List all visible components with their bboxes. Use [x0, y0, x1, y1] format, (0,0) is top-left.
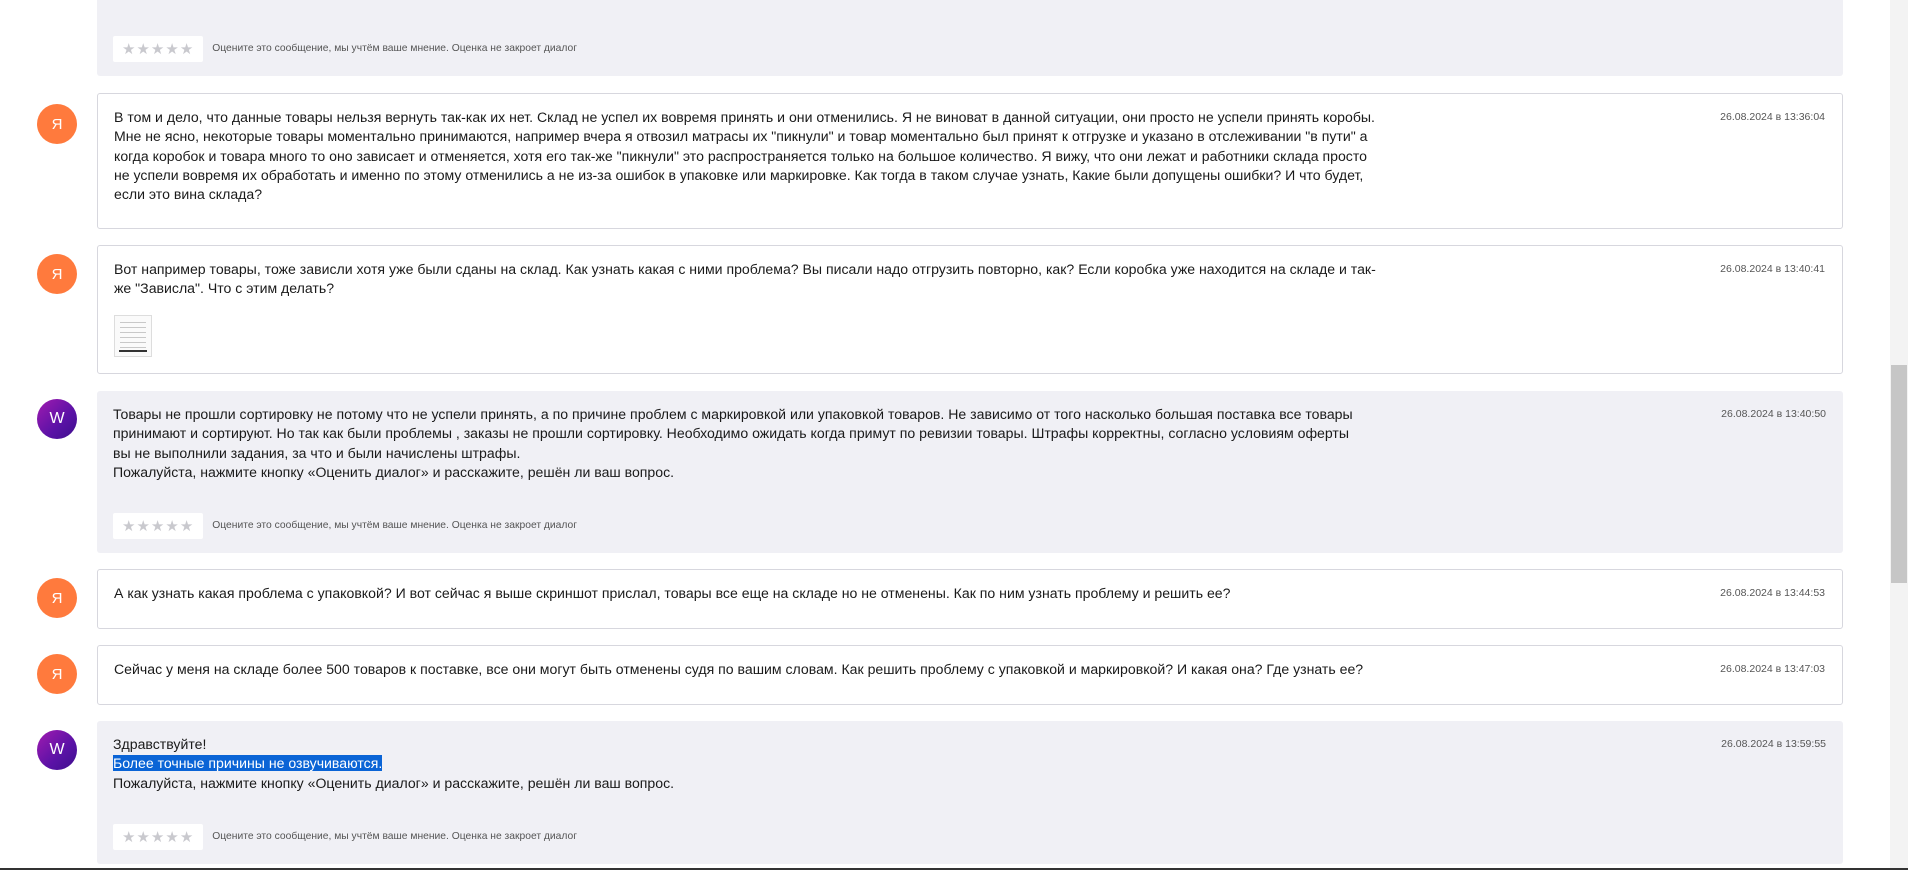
selected-text: Более точные причины не озвучиваются. — [113, 755, 383, 772]
message-timestamp: 26.08.2024 в 13:40:41 — [1720, 263, 1825, 275]
message-timestamp: 26.08.2024 в 13:36:04 — [1720, 111, 1825, 123]
message-line: В том и дело, что данные товары нельзя в… — [114, 109, 1375, 125]
star-icon[interactable]: ★ — [180, 519, 193, 534]
message-timestamp: 26.08.2024 в 13:44:53 — [1720, 587, 1825, 599]
message-line: Пожалуйста, нажмите кнопку «Оценить диал… — [113, 774, 675, 791]
message-line: Пожалуйста, нажмите кнопку «Оценить диал… — [113, 463, 675, 480]
message-text: Вот например товары, тоже зависли хотя у… — [114, 260, 1404, 299]
rating-hint: Оцените это сообщение, мы учтём ваше мне… — [212, 520, 578, 532]
message-line: Более точные причины не озвучиваются. — [113, 754, 1403, 773]
message-text: Здравствуйте! Более точные причины не оз… — [113, 735, 1403, 793]
star-icon[interactable]: ★ — [122, 830, 135, 845]
star-icon[interactable]: ★ — [165, 519, 178, 534]
avatar: Я — [37, 578, 77, 618]
avatar: Я — [37, 254, 77, 294]
star-rating[interactable]: ★ ★ ★ ★ ★ — [113, 824, 204, 850]
star-icon[interactable]: ★ — [151, 519, 164, 534]
message-bubble: Вот например товары, тоже зависли хотя у… — [97, 245, 1843, 374]
star-icon[interactable]: ★ — [136, 42, 149, 57]
message-text: В том и дело, что данные товары нельзя в… — [114, 108, 1404, 204]
star-icon[interactable]: ★ — [151, 830, 164, 845]
message-bubble: Товары не прошли сортировку не потому чт… — [97, 391, 1843, 553]
rating-widget: ★ ★ ★ ★ ★ Оцените это сообщение, мы учтё… — [113, 513, 577, 539]
message-bubble: Сейчас у меня на складе более 500 товаро… — [97, 645, 1843, 705]
message-timestamp: 26.08.2024 в 13:40:50 — [1721, 408, 1826, 420]
message-line: когда коробок и товара много то оно зави… — [114, 147, 1367, 164]
star-rating[interactable]: ★ ★ ★ ★ ★ — [113, 36, 204, 62]
star-rating[interactable]: ★ ★ ★ ★ ★ — [113, 513, 204, 539]
message-line: не успели вовремя их обработать и именно… — [114, 166, 1364, 183]
message-bubble: В том и дело, что данные товары нельзя в… — [97, 93, 1843, 229]
star-icon[interactable]: ★ — [122, 519, 135, 534]
message-line: Товары не прошли сортировку не потому чт… — [113, 406, 1353, 422]
message-bubble: ★ ★ ★ ★ ★ Оцените это сообщение, мы учтё… — [97, 0, 1843, 76]
avatar: Я — [37, 654, 77, 694]
star-icon[interactable]: ★ — [165, 830, 178, 845]
avatar: W — [37, 730, 77, 770]
message-line: принимают и сортируют. Но так как были п… — [113, 425, 1349, 442]
message-bubble: Здравствуйте! Более точные причины не оз… — [97, 721, 1843, 864]
avatar: Я — [37, 104, 77, 144]
message-timestamp: 26.08.2024 в 13:59:55 — [1721, 738, 1826, 750]
star-icon[interactable]: ★ — [180, 830, 193, 845]
chat-thread: ★ ★ ★ ★ ★ Оцените это сообщение, мы учтё… — [0, 0, 1890, 870]
star-icon[interactable]: ★ — [136, 830, 149, 845]
star-icon[interactable]: ★ — [122, 42, 135, 57]
message-line: если это вина склада? — [114, 186, 263, 203]
message-line: же "Зависла". Что с этим делать? — [114, 280, 335, 297]
rating-hint: Оцените это сообщение, мы учтём ваше мне… — [212, 831, 578, 843]
message-text: Товары не прошли сортировку не потому чт… — [113, 405, 1403, 482]
rating-hint: Оцените это сообщение, мы учтём ваше мне… — [212, 43, 578, 55]
star-icon[interactable]: ★ — [180, 42, 193, 57]
star-icon[interactable]: ★ — [165, 42, 178, 57]
star-icon[interactable]: ★ — [136, 519, 149, 534]
scrollbar-thumb[interactable] — [1891, 365, 1907, 583]
avatar: W — [37, 399, 77, 439]
message-line: Здравствуйте! — [113, 736, 207, 752]
message-text: А как узнать какая проблема с упаковкой?… — [114, 584, 1404, 603]
message-line: Сейчас у меня на складе более 500 товаро… — [114, 661, 1364, 677]
message-line: А как узнать какая проблема с упаковкой?… — [114, 585, 1231, 601]
rating-widget: ★ ★ ★ ★ ★ Оцените это сообщение, мы учтё… — [113, 36, 577, 62]
message-line: Мне не ясно, некоторые товары моментальн… — [114, 128, 1368, 145]
star-icon[interactable]: ★ — [151, 42, 164, 57]
rating-widget: ★ ★ ★ ★ ★ Оцените это сообщение, мы учтё… — [113, 824, 577, 850]
message-bubble: А как узнать какая проблема с упаковкой?… — [97, 569, 1843, 629]
message-timestamp: 26.08.2024 в 13:47:03 — [1720, 663, 1825, 675]
message-line: Вот например товары, тоже зависли хотя у… — [114, 261, 1376, 277]
attachment-thumbnail[interactable] — [114, 314, 152, 357]
message-line: вы не выполнили задания, за что и были н… — [113, 444, 521, 461]
message-text: Сейчас у меня на складе более 500 товаро… — [114, 660, 1404, 679]
scrollbar[interactable] — [1890, 0, 1908, 870]
